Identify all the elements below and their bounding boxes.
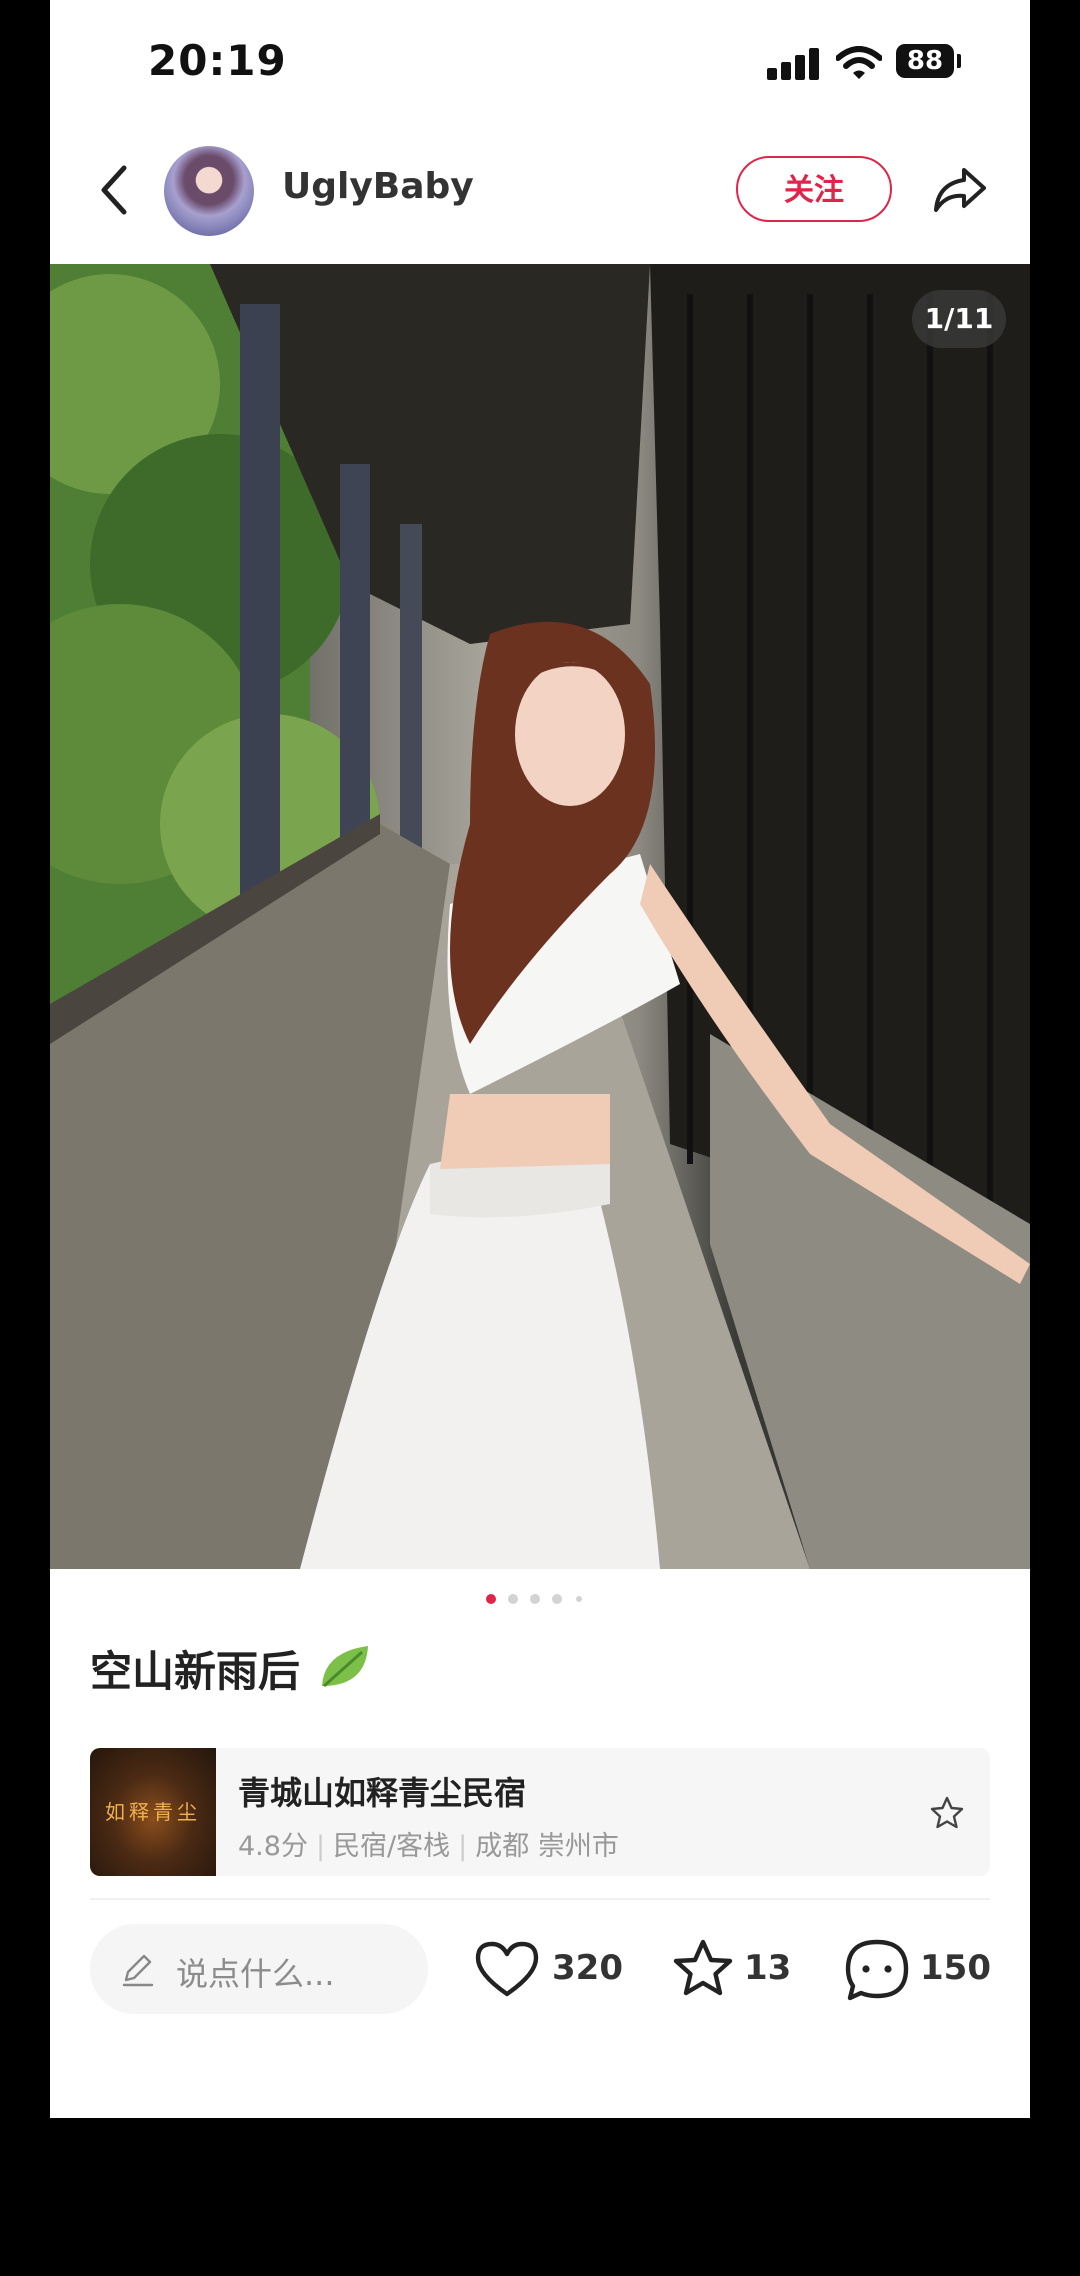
place-name: 青城山如释青尘民宿 [238,1774,527,1812]
comment-input[interactable]: 说点什么... [90,1924,428,2014]
follow-button[interactable]: 关注 [736,156,892,222]
back-icon[interactable] [90,160,140,220]
status-time: 20:19 [148,36,287,85]
heart-icon [475,1941,539,1997]
place-thumbnail: 如释青尘 [90,1748,216,1876]
comment-placeholder: 说点什么... [176,1955,335,1993]
carousel-dot[interactable] [552,1594,562,1604]
carousel-dots [50,1588,1030,1608]
place-category: 民宿/客栈 [333,1831,451,1862]
app-screen: 20:19 88 UglyBaby 关注 1/11 空山新雨后 如释青尘 青城山… [50,0,1030,2118]
comment-button[interactable]: 150 [844,1934,994,2004]
place-meta: 4.8分 | 民宿/客栈 | 成都 崇州市 [238,1824,619,1863]
place-location: 成都 崇州市 [475,1831,619,1862]
like-count: 320 [552,1948,623,1988]
star-outline-icon[interactable] [928,1794,966,1832]
leaf-icon [322,1646,368,1688]
carousel-dot[interactable] [576,1596,582,1602]
place-rating: 4.8分 [238,1831,308,1862]
favorite-count: 13 [744,1948,792,1988]
photo-illustration [50,264,1030,1569]
post-photo[interactable]: 1/11 [50,264,1030,1569]
carousel-dot-active[interactable] [486,1594,496,1604]
author-name[interactable]: UglyBaby [282,166,474,207]
battery-icon: 88 [896,44,954,78]
carousel-dot[interactable] [508,1594,518,1604]
page-indicator: 1/11 [912,290,1006,348]
meta-separator: | [458,1831,468,1862]
place-card[interactable]: 如释青尘 青城山如释青尘民宿 4.8分 | 民宿/客栈 | 成都 崇州市 [90,1748,990,1876]
post-header: UglyBaby 关注 [50,130,1030,264]
star-icon [673,1939,733,1996]
comment-bubble-icon [845,1939,909,2001]
wifi-icon [836,46,882,79]
carousel-dot[interactable] [530,1594,540,1604]
favorite-button[interactable]: 13 [670,1934,800,2004]
status-bar: 20:19 88 [50,0,1030,130]
meta-separator: | [315,1831,326,1862]
post-title: 空山新雨后 [90,1647,301,1696]
battery-tip [957,54,961,68]
avatar[interactable] [164,146,254,236]
signal-icon [767,46,819,80]
pencil-icon [122,1954,154,1987]
comment-count: 150 [920,1948,991,1988]
place-thumbnail-sign: 如释青尘 [105,1800,201,1824]
share-icon[interactable] [930,160,990,220]
divider [90,1898,990,1900]
like-button[interactable]: 320 [474,1934,624,2004]
